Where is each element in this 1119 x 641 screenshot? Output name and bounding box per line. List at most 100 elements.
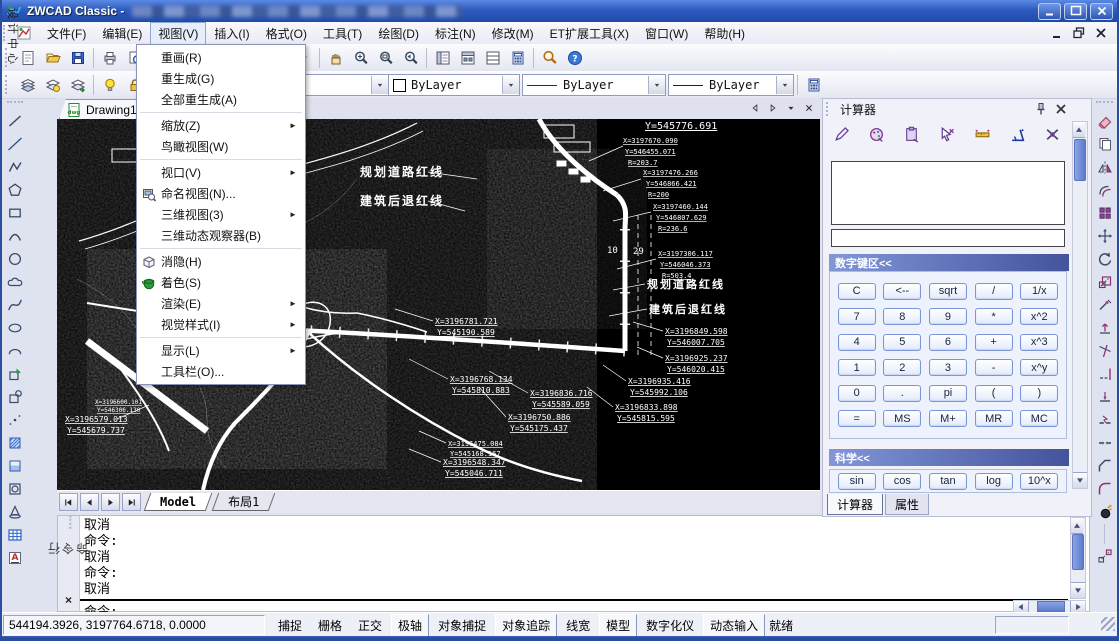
color-dropdown[interactable]: ByLayer	[388, 74, 520, 96]
calc-key-0[interactable]: 0	[838, 385, 876, 402]
nav-first-button[interactable]	[59, 493, 78, 511]
calc-key-MC[interactable]: MC	[1020, 410, 1058, 427]
calc-key-sin[interactable]: sin	[838, 473, 876, 490]
copy-icon[interactable]	[1093, 133, 1117, 155]
explode-icon[interactable]	[1093, 501, 1117, 523]
gradient-icon[interactable]	[3, 455, 27, 477]
menu-10[interactable]: 窗口(W)	[637, 22, 696, 45]
calc-key-MR[interactable]: MR	[975, 410, 1013, 427]
calc-key-10^x[interactable]: 10^x	[1020, 473, 1058, 490]
layer-states-icon[interactable]	[40, 73, 65, 97]
open-file-icon[interactable]	[40, 46, 65, 70]
doc-next-icon[interactable]	[765, 100, 780, 115]
scroll-right-button[interactable]	[1070, 601, 1085, 612]
pin-icon[interactable]	[1033, 101, 1049, 117]
menu-5[interactable]: 工具(T)	[315, 22, 370, 45]
stretch-icon[interactable]	[1093, 294, 1117, 316]
view-menu-item-6[interactable]: 命名视图(N)...	[137, 183, 305, 204]
trim-icon[interactable]	[1093, 340, 1117, 362]
hatch-icon[interactable]	[3, 432, 27, 454]
toggle-对象追踪[interactable]: 对象追踪	[495, 614, 557, 637]
calc-key-tan[interactable]: tan	[929, 473, 967, 490]
toggle-正交[interactable]: 正交	[351, 614, 389, 637]
layer-manager-icon[interactable]	[15, 73, 40, 97]
calc-key-sqrt[interactable]: sqrt	[929, 283, 967, 300]
layer-previous-icon[interactable]	[65, 73, 90, 97]
command-close-icon[interactable]: ×	[61, 596, 75, 603]
break-icon[interactable]	[1093, 409, 1117, 431]
circle-icon[interactable]	[3, 248, 27, 270]
view-menu-item-1[interactable]: 重生成(G)	[137, 68, 305, 89]
view-menu-item-3[interactable]: 缩放(Z)►	[137, 115, 305, 136]
chamfer-icon[interactable]	[1093, 455, 1117, 477]
menu-8[interactable]: 修改(M)	[484, 22, 542, 45]
bulb-icon[interactable]	[97, 73, 122, 97]
chevron-down-icon[interactable]	[776, 76, 793, 94]
calc-key-)[interactable]: )	[1020, 385, 1058, 402]
calc-key-7[interactable]: 7	[838, 308, 876, 325]
view-menu-item-12[interactable]: 视觉样式(I)►	[137, 314, 305, 335]
table-icon[interactable]	[3, 524, 27, 546]
toggle-栅格[interactable]: 栅格	[311, 614, 349, 637]
help-icon[interactable]: ?	[562, 46, 587, 70]
chevron-down-icon[interactable]	[371, 76, 388, 94]
get-coordinates-icon[interactable]	[934, 122, 959, 146]
calc-key-9[interactable]: 9	[929, 308, 967, 325]
menu-0[interactable]: 文件(F)	[39, 22, 94, 45]
menu-11[interactable]: 帮助(H)	[696, 22, 753, 45]
quickcalc-palette-icon[interactable]	[505, 46, 530, 70]
clear-history-icon[interactable]	[864, 122, 889, 146]
align-icon[interactable]	[1093, 545, 1117, 567]
doc-prev-icon[interactable]	[747, 100, 762, 115]
zoom-window-icon[interactable]	[373, 46, 398, 70]
menu-4[interactable]: 格式(O)	[258, 22, 315, 45]
lineweight-dropdown[interactable]: ByLayer	[668, 74, 794, 96]
insert-block-icon[interactable]	[3, 363, 27, 385]
toggle-动态输入[interactable]: 动态输入	[703, 614, 765, 637]
numpad-header[interactable]: 数字键区<<	[829, 254, 1069, 271]
calc-key-8[interactable]: 8	[883, 308, 921, 325]
make-block-icon[interactable]	[3, 386, 27, 408]
command-history[interactable]: 取消命令:取消命令:取消	[80, 517, 1076, 600]
toggle-捕捉[interactable]: 捕捉	[271, 614, 309, 637]
scroll-down-button[interactable]	[1073, 472, 1087, 488]
calc-key-x^3[interactable]: x^3	[1020, 334, 1058, 351]
toggle-线宽[interactable]: 线宽	[559, 614, 597, 637]
intersection-icon[interactable]	[1040, 122, 1065, 146]
arc-icon[interactable]	[3, 225, 27, 247]
zoom-realtime-icon[interactable]	[348, 46, 373, 70]
view-menu-item-4[interactable]: 鸟瞰视图(W)	[137, 136, 305, 157]
rotate-icon[interactable]	[1093, 248, 1117, 270]
offset-icon[interactable]	[1093, 179, 1117, 201]
tool-palettes-icon[interactable]	[480, 46, 505, 70]
cone-icon[interactable]	[3, 501, 27, 523]
calc-key-cos[interactable]: cos	[883, 473, 921, 490]
toggle-对象捕捉[interactable]: 对象捕捉	[431, 614, 493, 637]
resize-grip[interactable]	[1101, 617, 1115, 631]
polygon-icon[interactable]	[3, 179, 27, 201]
menu-7[interactable]: 标注(N)	[427, 22, 484, 45]
calc-key-/[interactable]: /	[975, 283, 1013, 300]
command-scrollbar[interactable]	[1070, 517, 1086, 599]
nav-next-button[interactable]	[101, 493, 120, 511]
save-icon[interactable]	[65, 46, 90, 70]
calc-key--[interactable]: -	[975, 359, 1013, 376]
revision-cloud-icon[interactable]	[3, 271, 27, 293]
calc-key-C[interactable]: C	[838, 283, 876, 300]
move-icon[interactable]	[1093, 225, 1117, 247]
document-tab-drawing1[interactable]: dwg Drawing1	[59, 99, 148, 119]
scrollbar-thumb[interactable]	[1072, 534, 1084, 570]
toggle-数字化仪[interactable]: 数字化仪	[639, 614, 701, 637]
spline-icon[interactable]	[3, 294, 27, 316]
palette-scrollbar[interactable]	[1072, 121, 1088, 489]
pan-icon[interactable]	[323, 46, 348, 70]
point-icon[interactable]	[3, 409, 27, 431]
quickcalc-palette-icon[interactable]	[801, 73, 826, 97]
menu-view[interactable]: 视图(V)	[150, 22, 206, 45]
erase-icon[interactable]	[1093, 110, 1117, 132]
palette-close-icon[interactable]	[1053, 101, 1069, 117]
view-menu-item-14[interactable]: 工具栏(O)...	[137, 361, 305, 382]
extend-icon[interactable]	[1093, 363, 1117, 385]
calc-key-1/x[interactable]: 1/x	[1020, 283, 1058, 300]
menu-6[interactable]: 绘图(D)	[370, 22, 427, 45]
